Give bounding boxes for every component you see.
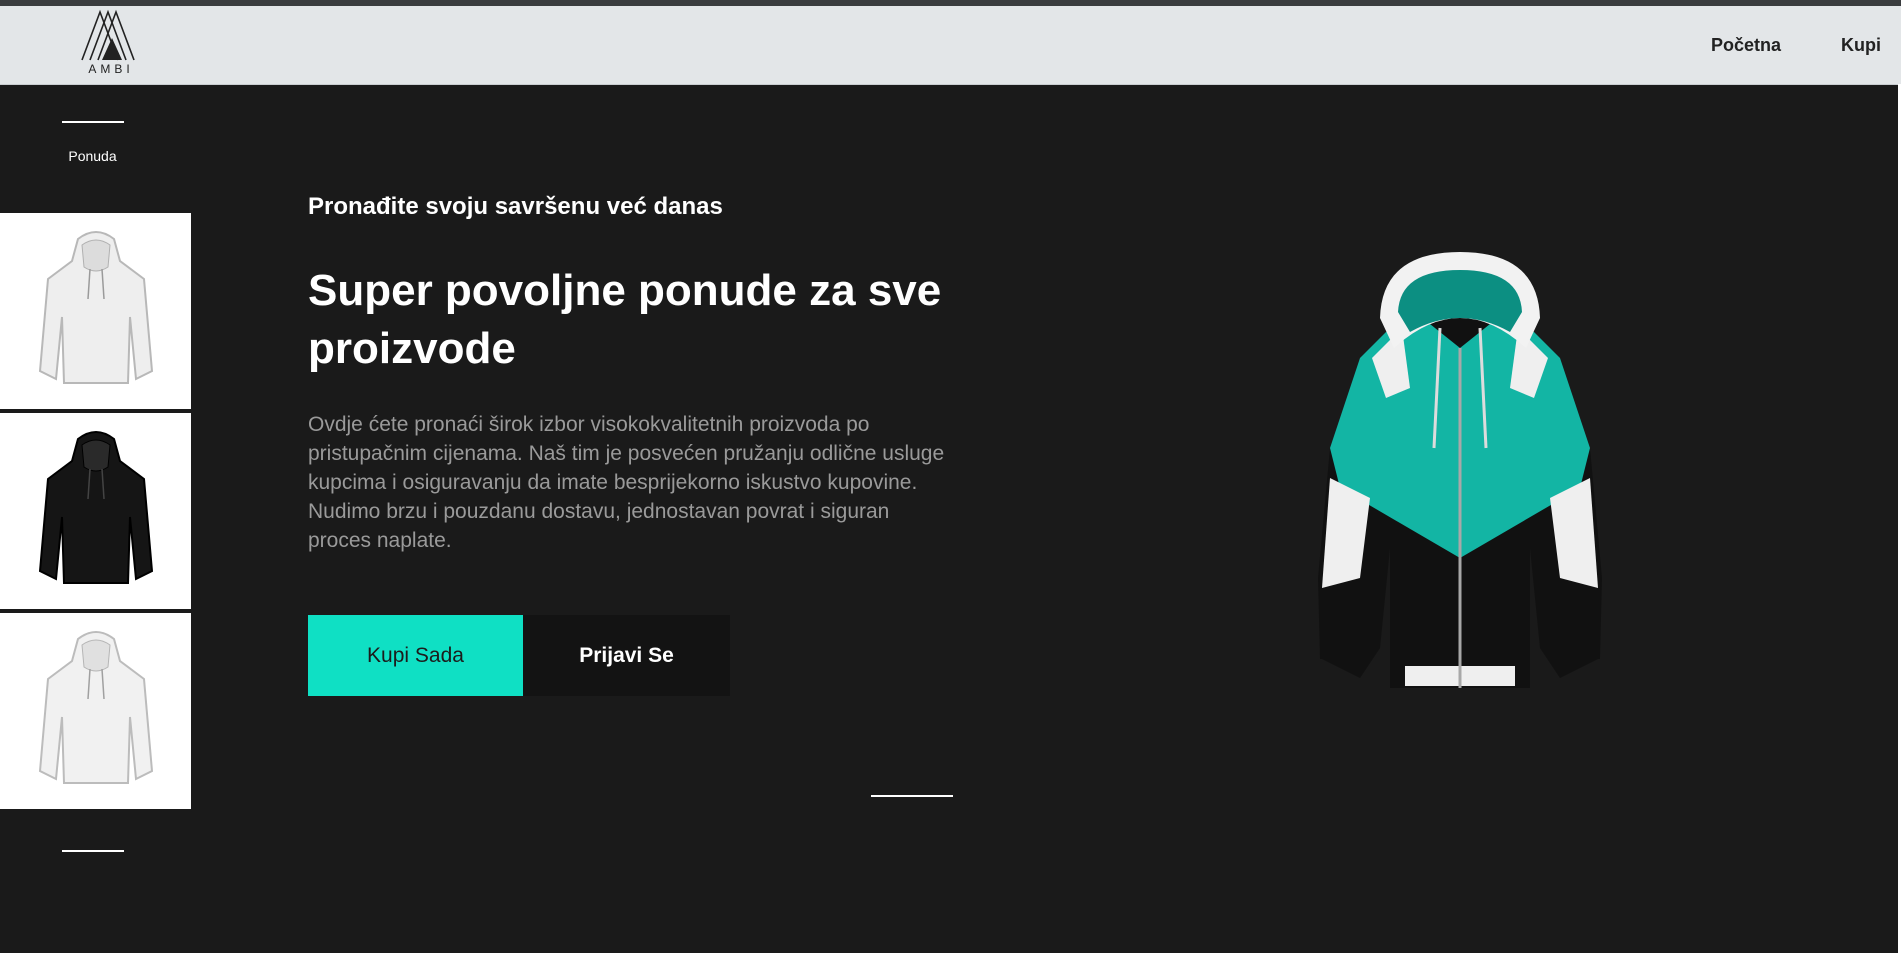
teal-hoodie-icon: [1318, 252, 1602, 688]
thumbnail-black-hoodie[interactable]: [0, 413, 191, 609]
white-hoodie-icon: [38, 631, 153, 784]
decorative-divider: [871, 795, 953, 797]
main-nav: Početna Kupi: [1671, 6, 1901, 84]
login-button[interactable]: Prijavi Se: [523, 615, 730, 696]
black-hoodie-icon: [38, 431, 153, 584]
site-header: AMBI Početna Kupi: [0, 6, 1901, 85]
thumbnail-white-hoodie-1[interactable]: [0, 213, 191, 409]
sidebar-divider-top: [62, 121, 124, 123]
brand-logo[interactable]: AMBI: [80, 8, 142, 78]
hero-headline: Super povoljne ponude za sve proizvode: [308, 266, 942, 373]
nav-item-pocetna[interactable]: Početna: [1711, 35, 1781, 56]
mountain-logo-icon: [81, 9, 135, 61]
hero-description: Ovdje ćete pronaći širok izbor visokokva…: [308, 413, 945, 552]
hero-kicker: Pronađite svoju savršenu već danas: [308, 193, 723, 220]
sidebar-divider-bottom: [62, 850, 124, 852]
thumbnail-white-hoodie-2[interactable]: [0, 613, 191, 809]
buy-now-button[interactable]: Kupi Sada: [308, 615, 523, 696]
sidebar-label: Ponuda: [68, 148, 117, 164]
white-hoodie-icon: [38, 231, 153, 384]
nav-item-kupi[interactable]: Kupi: [1841, 35, 1881, 56]
brand-name: AMBI: [88, 62, 134, 76]
